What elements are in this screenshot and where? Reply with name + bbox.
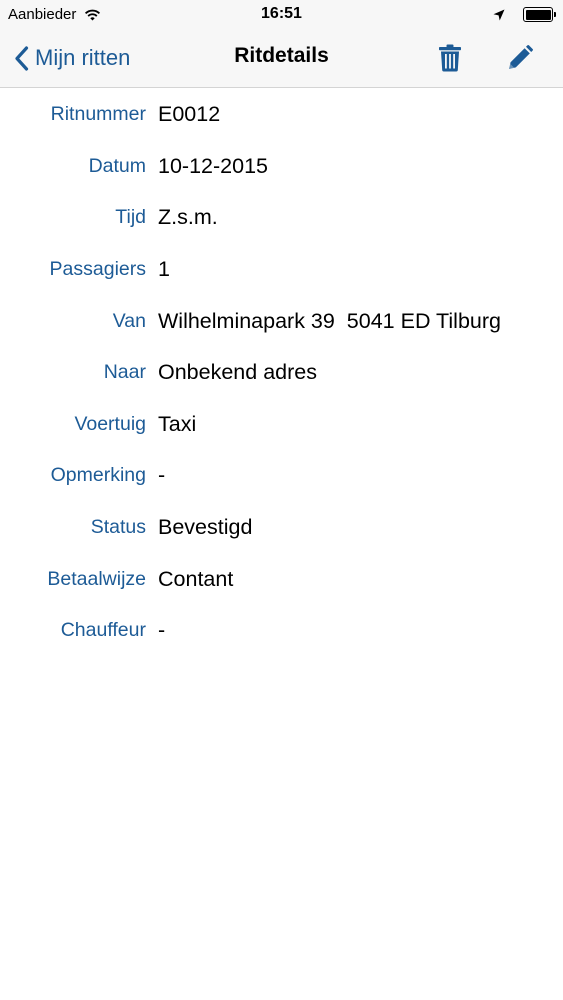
detail-label: Opmerking xyxy=(50,464,146,487)
detail-row-tijd: Tijd Z.s.m. xyxy=(0,191,563,243)
detail-label: Naar xyxy=(103,361,146,384)
detail-row-van: Van Wilhelminapark 39 5041 ED Tilburg xyxy=(0,294,563,346)
detail-value: - xyxy=(158,463,166,488)
navigation-bar: Mijn ritten Ritdetails xyxy=(0,30,563,88)
detail-label: Chauffeur xyxy=(60,619,146,642)
battery-icon xyxy=(523,7,556,22)
detail-value: E0012 xyxy=(158,102,221,127)
detail-value: Wilhelminapark 39 5041 ED Tilburg xyxy=(158,308,501,333)
detail-row-ritnummer: Ritnummer E0012 xyxy=(0,88,563,140)
trash-icon xyxy=(438,44,462,72)
detail-value: Z.s.m. xyxy=(158,205,218,230)
detail-row-passagiers: Passagiers 1 xyxy=(0,243,563,295)
ride-details-list: Ritnummer E0012 Datum 10-12-2015 Tijd Z.… xyxy=(0,88,563,656)
battery-level xyxy=(525,9,551,20)
detail-label: Datum xyxy=(88,154,146,177)
location-arrow-icon xyxy=(493,9,505,21)
detail-label: Betaalwijze xyxy=(47,567,146,590)
page-title: Ritdetails xyxy=(234,44,329,67)
detail-label: Tijd xyxy=(115,206,146,229)
detail-row-naar: Naar Onbekend adres xyxy=(0,346,563,398)
detail-label: Voertuig xyxy=(74,412,146,435)
detail-value: Taxi xyxy=(158,411,197,436)
edit-button[interactable] xyxy=(503,41,537,75)
battery-nub xyxy=(553,12,556,17)
delete-button[interactable] xyxy=(433,41,467,75)
detail-label: Van xyxy=(112,309,146,332)
status-time: 16:51 xyxy=(261,5,302,22)
detail-label: Status xyxy=(90,516,146,539)
detail-row-chauffeur: Chauffeur - xyxy=(0,604,563,656)
detail-row-opmerking: Opmerking - xyxy=(0,449,563,501)
detail-value: Onbekend adres xyxy=(158,360,317,385)
detail-value: 1 xyxy=(158,257,170,282)
pencil-icon xyxy=(507,45,533,71)
detail-value: 10-12-2015 xyxy=(158,153,268,178)
detail-value: Contant xyxy=(158,566,234,591)
detail-value: - xyxy=(158,618,166,643)
detail-row-betaalwijze: Betaalwijze Contant xyxy=(0,552,563,604)
detail-row-voertuig: Voertuig Taxi xyxy=(0,398,563,450)
detail-row-datum: Datum 10-12-2015 xyxy=(0,140,563,192)
detail-row-status: Status Bevestigd xyxy=(0,501,563,553)
status-bar: Aanbieder 16:51 xyxy=(0,0,563,30)
detail-label: Passagiers xyxy=(49,258,146,281)
detail-label: Ritnummer xyxy=(50,103,146,126)
detail-value: Bevestigd xyxy=(158,515,253,540)
status-right xyxy=(493,7,556,22)
